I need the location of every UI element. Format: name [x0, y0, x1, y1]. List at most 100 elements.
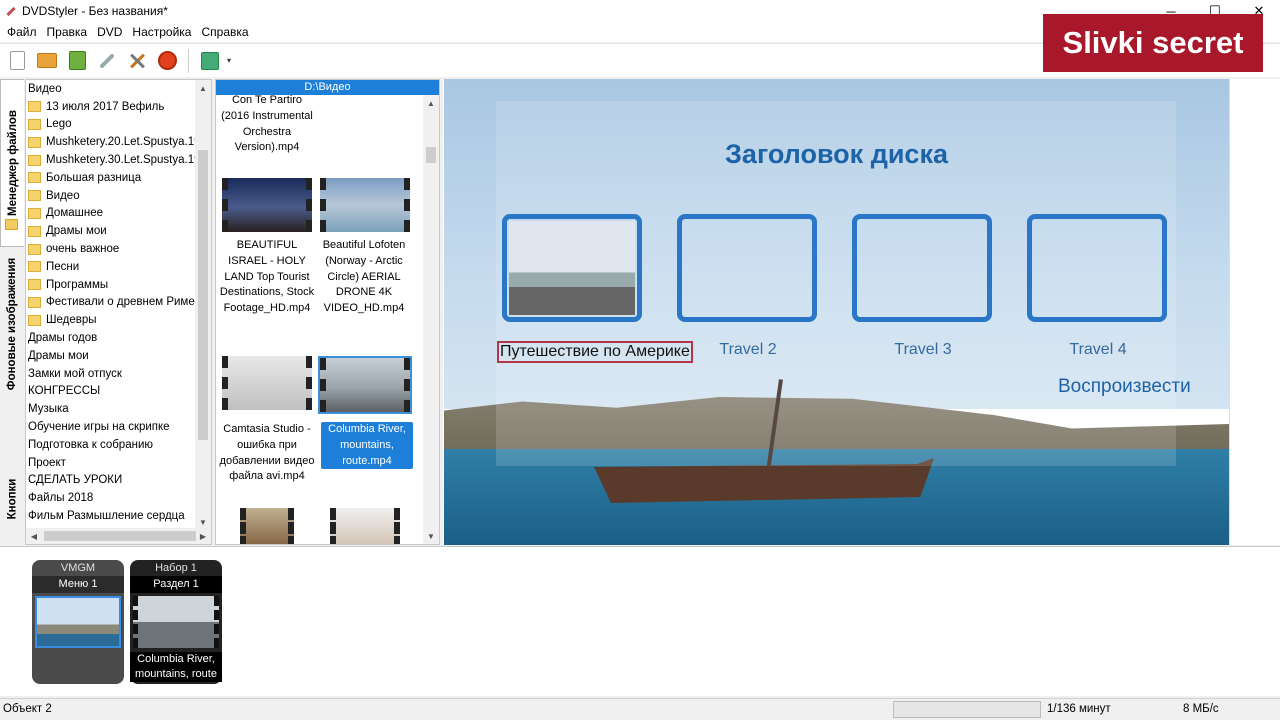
file-thumbnail-selected[interactable] [318, 356, 412, 414]
menu-button-thumbnail [509, 221, 635, 315]
tree-item[interactable]: Драмы годов [26, 329, 196, 347]
file-item-label[interactable]: BEAUTIFUL ISRAEL - HOLY LAND Top Tourist… [219, 238, 315, 317]
open-button[interactable] [32, 46, 62, 76]
tab-backgrounds[interactable]: Фоновые изображения [0, 249, 24, 399]
scroll-down-icon[interactable]: ▼ [423, 528, 439, 544]
tree-item[interactable]: Фестивали о древнем Риме [26, 294, 196, 312]
tree-item[interactable]: Замки мой отпуск [26, 365, 196, 383]
tree-item[interactable]: Обучение игры на скрипке [26, 418, 196, 436]
title-thumbnail[interactable] [133, 596, 219, 648]
tree-item-label: Mushketery.20.Let.Spustya.1992 [46, 136, 196, 149]
save-button[interactable] [62, 46, 92, 76]
menu-settings[interactable]: Настройка [127, 25, 196, 39]
menu-button-label-4[interactable]: Travel 4 [1008, 341, 1188, 359]
file-thumbnail[interactable] [240, 508, 294, 544]
file-item-label[interactable]: Camtasia Studio - ошибка при добавлении … [219, 422, 315, 485]
tree-item[interactable]: Проект [26, 454, 196, 472]
tree-item-label: Драмы годов [28, 332, 98, 345]
tree-item[interactable]: СДЕЛАТЬ УРОКИ [26, 472, 196, 490]
tree-item[interactable]: Lego [26, 116, 196, 134]
tree-item[interactable]: очень важное [26, 240, 196, 258]
file-browser: D:\Видео Con Te Partiro (2016 Instrument… [215, 79, 440, 545]
tab-buttons[interactable]: Кнопки [0, 459, 24, 539]
tree-item-label: Подготовка к собранию [28, 438, 154, 451]
tree-item-label: очень важное [46, 243, 120, 256]
titleset-card-item[interactable]: Раздел 1 [130, 576, 222, 593]
tree-item[interactable]: Драмы мои [26, 222, 196, 240]
tree-item-label: Программы [46, 278, 109, 291]
tree-item[interactable]: КОНГРЕССЫ [26, 383, 196, 401]
tree-item[interactable]: Mushketery.30.Let.Spustya.1992 [26, 151, 196, 169]
menu-help[interactable]: Справка [196, 25, 253, 39]
tree-item[interactable]: Видео [26, 187, 196, 205]
tree-item-label: Драмы мои [46, 225, 107, 238]
file-item-label[interactable]: Beautiful Lofoten (Norway - Arctic Circl… [316, 238, 412, 317]
settings-button[interactable] [122, 46, 152, 76]
status-rate: 8 МБ/с [1183, 703, 1219, 715]
tree-item[interactable]: Большая разница [26, 169, 196, 187]
scroll-thumb[interactable] [198, 150, 208, 440]
file-thumbnail[interactable] [320, 178, 410, 232]
chevron-down-icon[interactable]: ▾ [227, 56, 231, 65]
menu-editor: Заголовок диска Путешествие по Америке T… [443, 79, 1280, 545]
disc-usage-progress [893, 701, 1041, 718]
titleset-card-item[interactable]: Меню 1 [32, 576, 124, 593]
tree-item-label: Проект [28, 456, 66, 469]
tree-item-label: Видео [28, 82, 62, 95]
scroll-thumb[interactable] [44, 531, 196, 541]
file-item-label[interactable]: Con Te Partiro (2016 Instrumental Orches… [219, 93, 315, 156]
menu-thumbnail[interactable] [35, 596, 121, 648]
tree-vertical-scrollbar[interactable]: ▲ ▼ [195, 80, 211, 530]
add-file-icon [201, 51, 219, 70]
scroll-right-icon[interactable]: ▶ [195, 528, 211, 544]
tree-item[interactable]: Подготовка к собранию [26, 436, 196, 454]
scroll-up-icon[interactable]: ▲ [423, 95, 439, 111]
new-button[interactable] [2, 46, 32, 76]
tree-item-label: Замки мой отпуск [28, 367, 122, 380]
folder-icon [28, 190, 41, 202]
folder-icon [5, 219, 18, 230]
menu-preview-canvas[interactable]: Заголовок диска Путешествие по Америке T… [444, 79, 1229, 545]
burn-button[interactable] [152, 46, 182, 76]
save-icon [68, 51, 86, 70]
menu-button-1[interactable] [502, 214, 642, 322]
disc-title[interactable]: Заголовок диска [444, 139, 1229, 170]
menu-button-2[interactable] [677, 214, 817, 322]
settings-icon [128, 52, 146, 70]
tree-item[interactable]: Программы [26, 276, 196, 294]
tree-item[interactable]: Видео [26, 80, 196, 98]
folder-list: Видео 13 июля 2017 Вефиль Lego Mushketery.2… [26, 80, 196, 525]
scroll-left-icon[interactable]: ◀ [26, 528, 42, 544]
titleset-panel: VMGM Меню 1 Набор 1 Раздел 1 Columbia Ri… [0, 546, 1280, 696]
titleset-card-vmgm[interactable]: VMGM Меню 1 [32, 560, 124, 684]
tree-item[interactable]: 13 июля 2017 Вефиль [26, 98, 196, 116]
scroll-up-icon[interactable]: ▲ [195, 80, 211, 96]
tree-item[interactable]: Драмы мои [26, 347, 196, 365]
titleset-card-set1[interactable]: Набор 1 Раздел 1 Columbia River, mountai… [130, 560, 222, 684]
menu-button-label-3[interactable]: Travel 3 [833, 341, 1013, 359]
play-button[interactable]: Воспроизвести [1058, 376, 1191, 398]
menu-file[interactable]: Файл [2, 25, 42, 39]
menu-button-label-2[interactable]: Travel 2 [658, 341, 838, 359]
file-item-label-selected[interactable]: Columbia River, mountains, route.mp4 [321, 422, 413, 470]
tree-horizontal-scrollbar[interactable]: ◀ ▶ [26, 528, 211, 544]
add-file-button[interactable] [195, 46, 225, 76]
tree-item[interactable]: Шедевры [26, 311, 196, 329]
menu-dvd[interactable]: DVD [92, 25, 127, 39]
file-thumbnail[interactable] [330, 508, 400, 544]
tree-item[interactable]: Песни [26, 258, 196, 276]
menu-button-4[interactable] [1027, 214, 1167, 322]
menu-button-3[interactable] [852, 214, 992, 322]
tree-item-label: Музыка [28, 403, 69, 416]
tree-item[interactable]: Фильм Размышление сердца [26, 507, 196, 525]
tree-item[interactable]: Музыка [26, 400, 196, 418]
edit-button[interactable] [92, 46, 122, 76]
file-thumbnail[interactable] [222, 178, 312, 232]
menu-edit[interactable]: Правка [42, 25, 93, 39]
tree-item[interactable]: Домашнее [26, 205, 196, 223]
tree-item[interactable]: Mushketery.20.Let.Spustya.1992 [26, 133, 196, 151]
scroll-thumb[interactable] [426, 147, 436, 163]
files-vertical-scrollbar[interactable]: ▲ ▼ [423, 95, 439, 544]
file-thumbnail[interactable] [222, 356, 312, 410]
tree-item[interactable]: Файлы 2018 [26, 489, 196, 507]
